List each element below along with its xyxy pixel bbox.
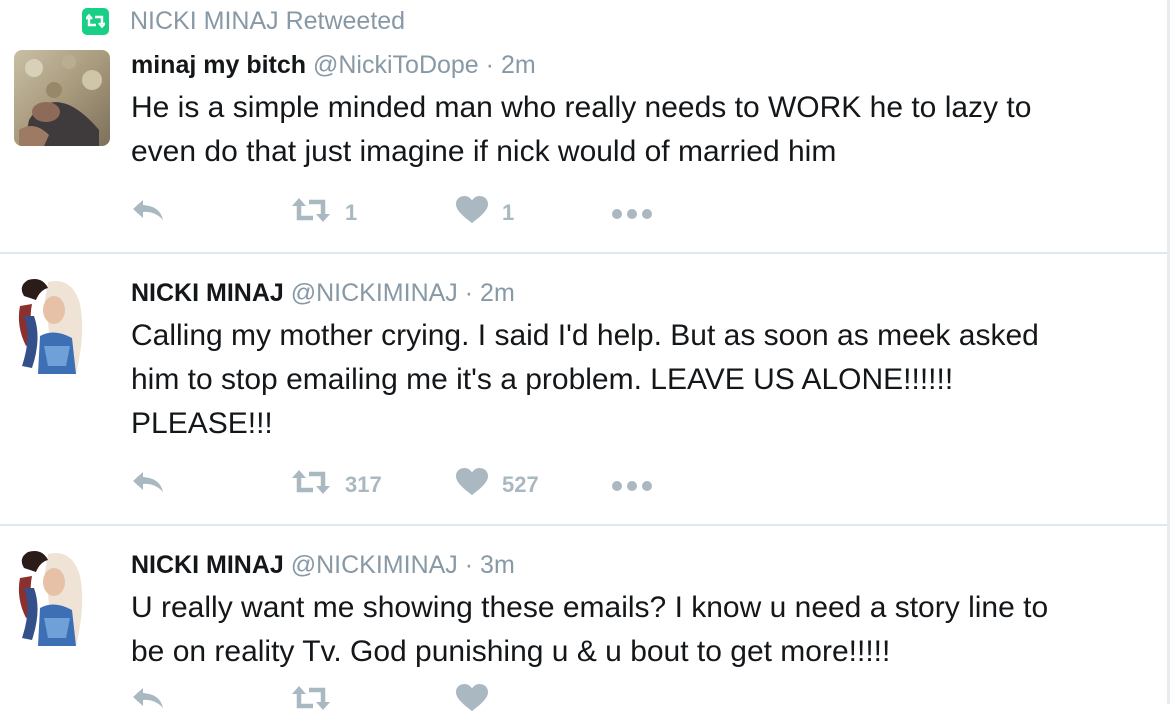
like-button[interactable]: 1 (456, 196, 515, 230)
like-count: 527 (502, 472, 539, 497)
reply-button[interactable] (131, 470, 165, 500)
tweet-header: NICKI MINAJ @NICKIMINAJ · 3m (131, 551, 515, 580)
retweet-icon (82, 7, 109, 35)
header-separator: · (464, 551, 474, 579)
retweet-context-label[interactable]: NICKI MINAJ Retweeted (130, 7, 405, 36)
tweet-text: U really want me showing these emails? I… (131, 591, 1049, 668)
tweet[interactable]: NICKI MINAJ @NICKIMINAJ · 2m Calling my … (0, 254, 1167, 526)
timestamp[interactable]: 2m (501, 51, 536, 79)
display-name[interactable]: minaj my bitch (131, 51, 306, 79)
avatar[interactable] (14, 276, 96, 374)
reply-button[interactable] (131, 198, 165, 228)
user-handle[interactable]: @NICKIMINAJ (291, 551, 458, 579)
reply-icon (131, 198, 165, 228)
avatar[interactable] (14, 548, 96, 646)
retweet-button[interactable]: 317 (291, 470, 382, 500)
display-name[interactable]: NICKI MINAJ (131, 551, 284, 579)
tweet-header: NICKI MINAJ @NICKIMINAJ · 2m (131, 279, 515, 308)
header-separator: · (485, 51, 494, 79)
reply-icon (131, 470, 165, 500)
reply-button[interactable] (131, 686, 165, 716)
tweet[interactable]: NICKI MINAJ @NICKIMINAJ · 3m U really wa… (0, 526, 1167, 726)
retweet-button[interactable]: 1 (291, 198, 357, 228)
timestamp[interactable]: 2m (480, 279, 515, 307)
tweet-text: He is a simple minded man who really nee… (131, 91, 1032, 168)
tweet[interactable]: NICKI MINAJ Retweeted minaj my bitch @Ni… (0, 0, 1167, 254)
more-options-button[interactable] (611, 470, 653, 500)
heart-icon (456, 196, 488, 230)
retweet-icon (291, 197, 331, 229)
retweet-button[interactable] (291, 686, 331, 716)
avatar[interactable] (14, 50, 110, 146)
timestamp[interactable]: 3m (480, 551, 515, 579)
reply-icon (131, 686, 165, 716)
tweet-text: Calling my mother crying. I said I'd hel… (131, 319, 1039, 440)
user-handle[interactable]: @NickiToDope (313, 51, 479, 79)
header-separator: · (464, 279, 474, 307)
retweet-count: 1 (345, 200, 358, 225)
heart-icon (456, 468, 488, 502)
retweet-icon (291, 469, 331, 501)
more-options-button[interactable] (611, 198, 653, 228)
retweet-context: NICKI MINAJ Retweeted (82, 6, 405, 36)
more-icon (611, 200, 653, 226)
retweet-icon (291, 685, 331, 717)
like-count: 1 (502, 200, 515, 225)
like-button[interactable]: 527 (456, 468, 539, 502)
user-handle[interactable]: @NICKIMINAJ (291, 279, 458, 307)
tweet-header: minaj my bitch @NickiToDope · 2m (131, 51, 536, 80)
heart-icon (456, 684, 488, 718)
retweet-count: 317 (345, 472, 382, 497)
like-button[interactable] (456, 684, 488, 718)
more-icon (611, 472, 653, 498)
display-name[interactable]: NICKI MINAJ (131, 279, 284, 307)
